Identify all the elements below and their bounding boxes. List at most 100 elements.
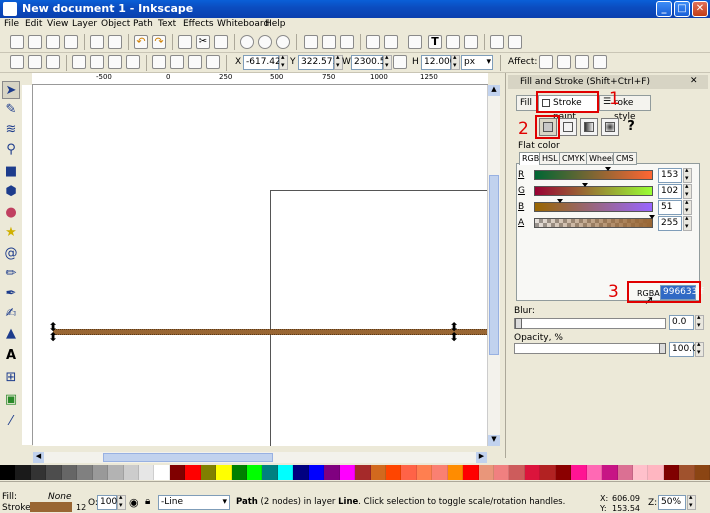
flip-vertical-icon[interactable] <box>126 55 140 69</box>
r-slider[interactable] <box>534 167 653 180</box>
connector-tool-icon[interactable]: ⊞ <box>2 369 20 387</box>
duplicate-icon[interactable] <box>178 35 192 49</box>
unit-select[interactable]: px ▾ <box>461 55 493 70</box>
x-field[interactable]: -617.42 <box>243 55 281 70</box>
lower-to-bottom-icon[interactable] <box>206 55 220 69</box>
gradient-tool-icon[interactable]: ▣ <box>2 391 20 409</box>
print-icon[interactable] <box>64 35 78 49</box>
text-font-icon[interactable]: T <box>428 35 442 49</box>
flip-horizontal-icon[interactable] <box>108 55 122 69</box>
g-spinner[interactable] <box>683 182 692 199</box>
a-value-field[interactable]: 255 <box>658 216 682 231</box>
opacity-status-field[interactable]: 100 <box>97 495 117 510</box>
menu-path[interactable]: Path <box>133 19 153 29</box>
tweak-tool-icon[interactable]: ≋ <box>2 121 20 139</box>
ellipse-tool-icon[interactable]: ● <box>2 204 20 222</box>
palette-swatch[interactable] <box>401 465 417 480</box>
g-value-field[interactable]: 102 <box>658 184 682 199</box>
menu-text[interactable]: Text <box>158 19 176 29</box>
toggle-lock-icon[interactable]: 🔒︎ <box>145 496 150 507</box>
scale-corners-icon[interactable] <box>557 55 571 69</box>
star-tool-icon[interactable]: ★ <box>2 224 20 242</box>
deselect-icon[interactable] <box>46 55 60 69</box>
a-slider-marker[interactable] <box>649 215 655 219</box>
palette-swatch[interactable] <box>632 465 649 480</box>
scroll-left-icon[interactable]: ◀ <box>33 452 44 463</box>
palette-swatch[interactable] <box>463 465 479 480</box>
palette-swatch[interactable] <box>509 465 525 480</box>
opacity-slider-thumb[interactable] <box>659 343 666 354</box>
w-spinner[interactable] <box>383 53 392 70</box>
lower-icon[interactable] <box>188 55 202 69</box>
tab-stroke-style[interactable]: ☰ roke style <box>599 95 651 122</box>
palette-swatch[interactable] <box>277 465 294 480</box>
tab-fill[interactable]: Fill <box>516 95 538 111</box>
palette-swatch[interactable] <box>262 465 278 480</box>
menu-layer[interactable]: Layer <box>72 19 97 29</box>
selected-line-path[interactable] <box>53 329 487 335</box>
a-slider[interactable] <box>534 215 655 228</box>
palette-swatch[interactable] <box>169 465 186 480</box>
pen-tool-icon[interactable]: ✒ <box>2 285 20 303</box>
palette-swatch[interactable] <box>200 465 217 480</box>
blur-spinner[interactable] <box>695 313 704 330</box>
palette-swatch[interactable] <box>185 465 201 480</box>
selector-tool-icon[interactable]: ➤ <box>2 81 20 99</box>
unset-paint-button[interactable]: ? <box>622 118 640 136</box>
r-spinner[interactable] <box>683 166 692 183</box>
import-icon[interactable] <box>90 35 104 49</box>
rotate-cw-icon[interactable] <box>90 55 104 69</box>
palette-swatch[interactable] <box>308 465 325 480</box>
palette-swatch[interactable] <box>108 465 124 480</box>
palette-swatch[interactable] <box>679 465 695 480</box>
palette-swatch[interactable] <box>293 465 309 480</box>
palette-swatch[interactable] <box>92 465 109 480</box>
b-spinner[interactable] <box>683 198 692 215</box>
scroll-down-icon[interactable]: ▼ <box>488 435 500 446</box>
y-field[interactable]: 322.571 <box>298 55 338 70</box>
select-all-icon[interactable] <box>10 55 24 69</box>
r-slider-marker[interactable] <box>605 167 611 171</box>
palette-swatch[interactable] <box>416 465 433 480</box>
move-patterns-icon[interactable] <box>593 55 607 69</box>
palette-swatch[interactable] <box>324 465 340 480</box>
b-slider[interactable] <box>534 199 653 212</box>
group-icon[interactable] <box>304 35 318 49</box>
paint-bucket-tool-icon[interactable]: ▲ <box>2 325 20 343</box>
palette-swatch[interactable] <box>540 465 556 480</box>
document-properties-icon[interactable] <box>508 35 522 49</box>
palette-swatch[interactable] <box>494 465 510 480</box>
palette-swatch[interactable] <box>617 465 633 480</box>
palette-swatch[interactable] <box>663 465 680 480</box>
x-spinner[interactable] <box>279 53 288 70</box>
vertical-scroll-thumb[interactable] <box>489 175 499 355</box>
palette-swatch[interactable] <box>0 465 16 480</box>
toggle-visibility-icon[interactable]: ◉ <box>129 496 139 509</box>
palette-swatch[interactable] <box>648 465 664 480</box>
horizontal-scrollbar[interactable]: ◀ ▶ <box>33 452 487 463</box>
zoom-field[interactable]: 50% <box>658 495 686 510</box>
maximize-button[interactable]: □ <box>674 1 690 17</box>
zoom-spinner[interactable] <box>687 493 696 510</box>
palette-swatch[interactable] <box>447 465 464 480</box>
palette-swatch[interactable] <box>432 465 448 480</box>
zoom-selection-icon[interactable] <box>240 35 254 49</box>
a-spinner[interactable] <box>683 214 692 231</box>
stroke-color-swatch[interactable] <box>30 502 72 512</box>
vertical-scrollbar[interactable]: ▲ ▼ <box>487 85 500 446</box>
raise-icon[interactable] <box>170 55 184 69</box>
palette-swatch[interactable] <box>355 465 371 480</box>
menu-effects[interactable]: Effects <box>183 19 214 29</box>
scroll-up-icon[interactable]: ▲ <box>488 85 500 96</box>
paste-icon[interactable] <box>214 35 228 49</box>
export-icon[interactable] <box>108 35 122 49</box>
menu-help[interactable]: Help <box>265 19 286 29</box>
text-tool-icon[interactable]: A <box>2 347 20 365</box>
blur-field[interactable]: 0.0 <box>669 315 694 330</box>
undo-icon[interactable]: ↶ <box>134 35 148 49</box>
palette-swatch[interactable] <box>478 465 494 480</box>
no-paint-button[interactable] <box>559 118 577 136</box>
scale-handle-left-lower-icon[interactable]: ⬍ <box>48 331 58 343</box>
palette-swatch[interactable] <box>154 465 170 480</box>
menu-whiteboard[interactable]: Whiteboard <box>217 19 269 29</box>
